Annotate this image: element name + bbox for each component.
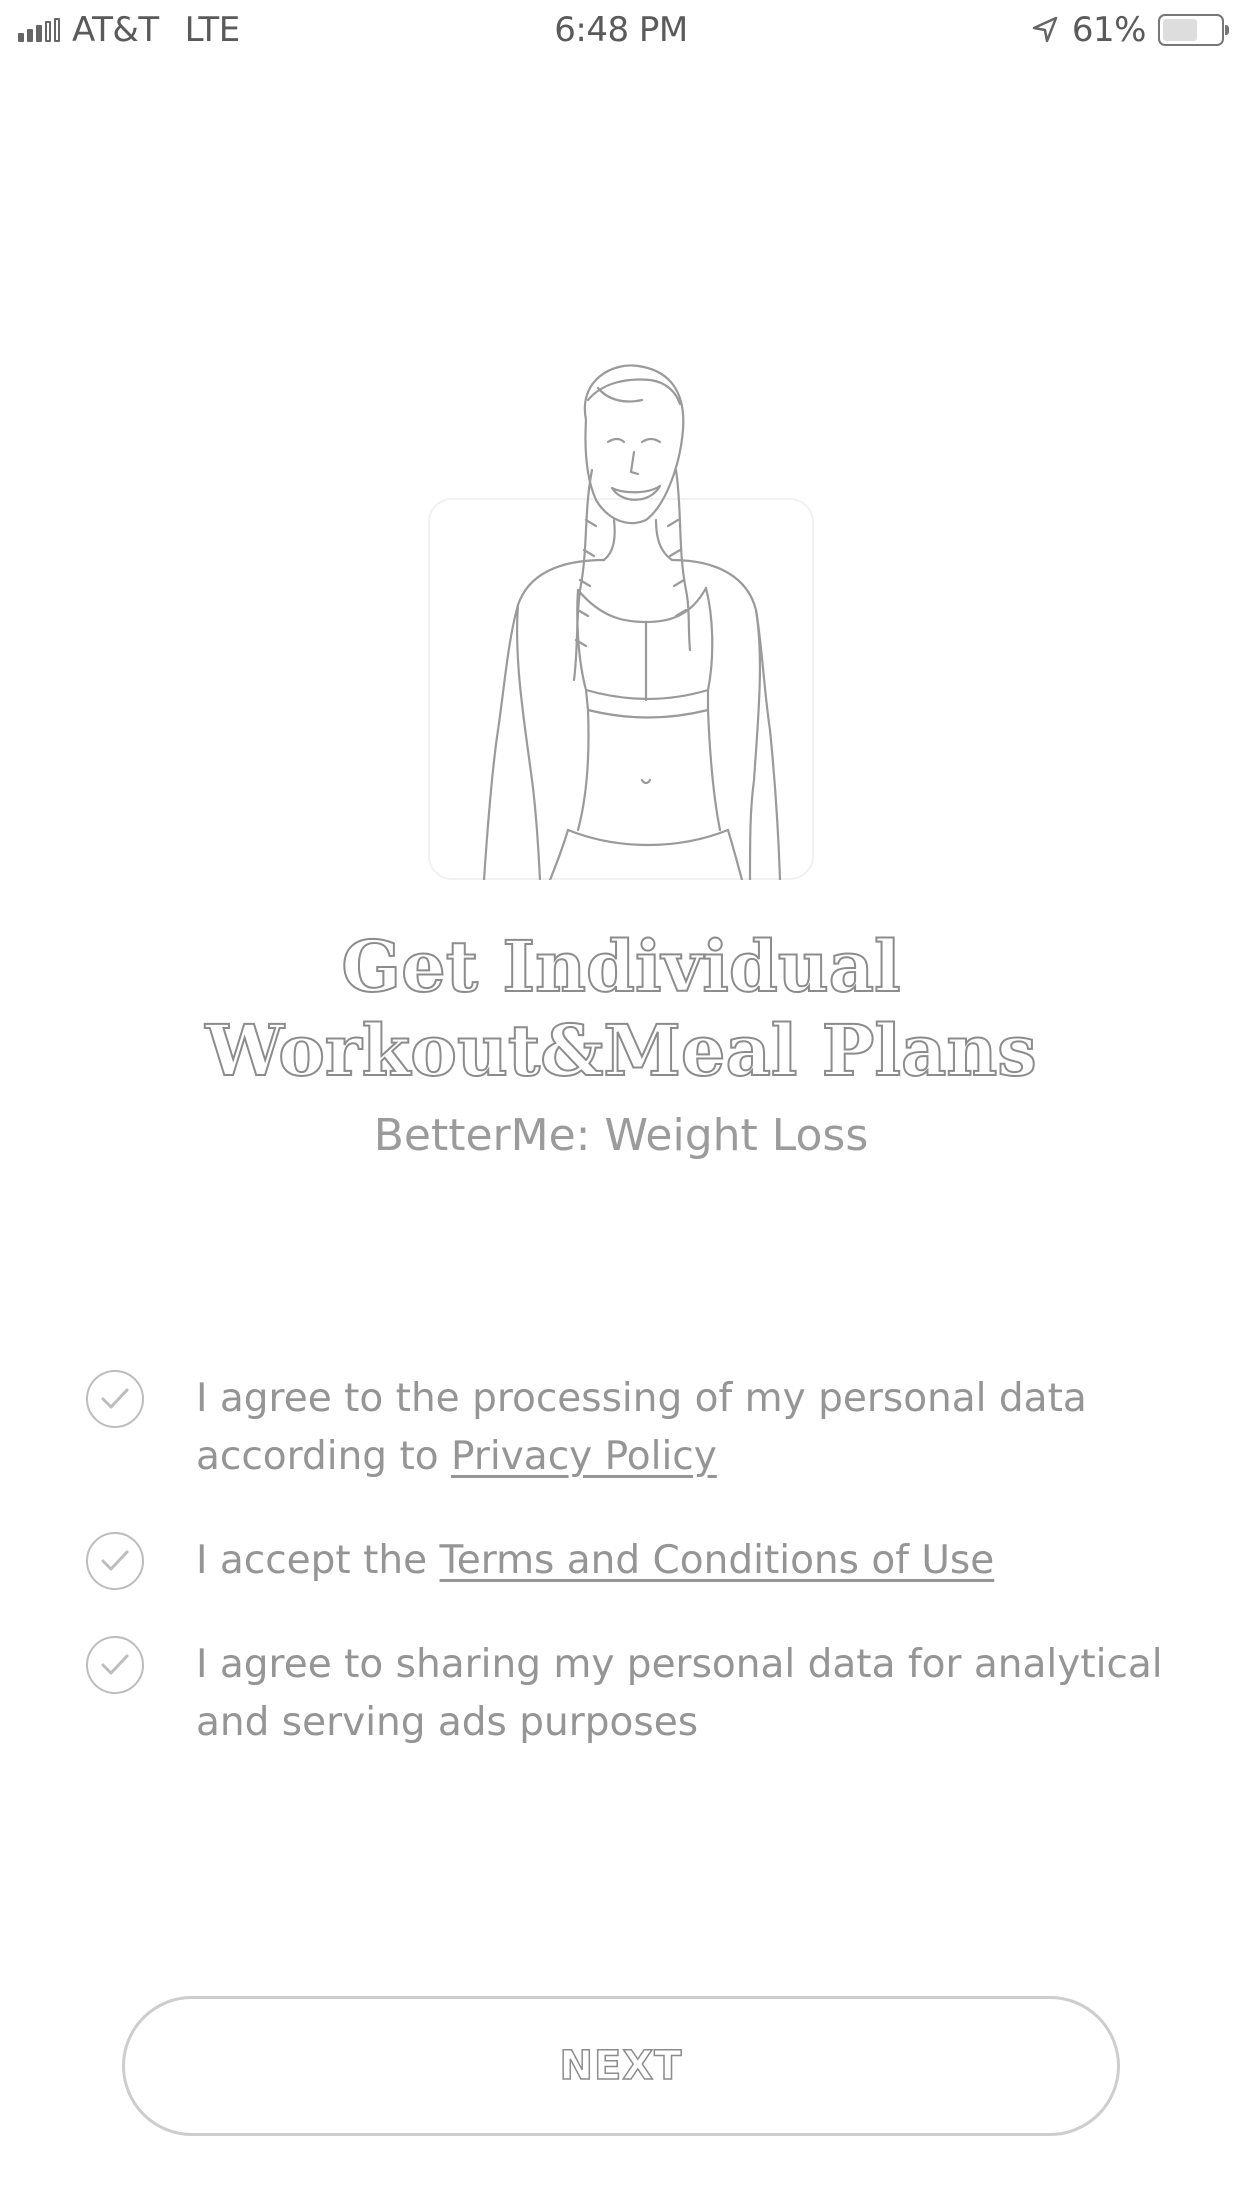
consent-text-prefix: I accept the [196, 1538, 440, 1583]
title-line-2: Workout&Meal Plans [204, 1008, 1037, 1093]
consent-text-line: I agree to sharing my personal data for … [196, 1642, 1163, 1687]
consent-ads[interactable]: I agree to sharing my personal data for … [86, 1636, 1186, 1752]
consent-text-line: I accept the Terms and Conditions of Use [196, 1532, 1186, 1590]
checkmark-circle-icon[interactable] [86, 1370, 144, 1428]
location-arrow-icon [1032, 16, 1058, 43]
consent-list: I agree to the processing of my personal… [86, 1370, 1186, 1752]
next-button[interactable]: NEXT [122, 1996, 1120, 2136]
consent-text-prefix: according to [196, 1434, 452, 1479]
checkmark-circle-icon[interactable] [86, 1636, 144, 1694]
consent-text-line: I agree to the processing of my personal… [196, 1376, 1087, 1421]
checkmark-circle-icon[interactable] [86, 1532, 144, 1590]
status-right: 61% [1030, 10, 1229, 50]
hero-illustration [428, 360, 814, 880]
page-title: Get Individual Workout&Meal Plans [0, 924, 1242, 1093]
battery-icon [1158, 14, 1229, 46]
status-bar: AT&T LTE 6:48 PM 61% [0, 0, 1242, 62]
privacy-policy-link[interactable]: Privacy Policy [451, 1434, 717, 1479]
consent-text-line: and serving ads purposes [196, 1700, 699, 1745]
consent-text-line: according to Privacy Policy [196, 1428, 1186, 1486]
battery-percent: 61% [1071, 10, 1147, 50]
title-line-1: Get Individual [340, 924, 901, 1009]
consent-privacy[interactable]: I agree to the processing of my personal… [86, 1370, 1186, 1486]
terms-conditions-link[interactable]: Terms and Conditions of Use [440, 1538, 995, 1583]
woman-illustration [482, 364, 782, 880]
consent-terms[interactable]: I accept the Terms and Conditions of Use [86, 1532, 1186, 1590]
app-subtitle: BetterMe: Weight Loss [373, 1110, 869, 1161]
